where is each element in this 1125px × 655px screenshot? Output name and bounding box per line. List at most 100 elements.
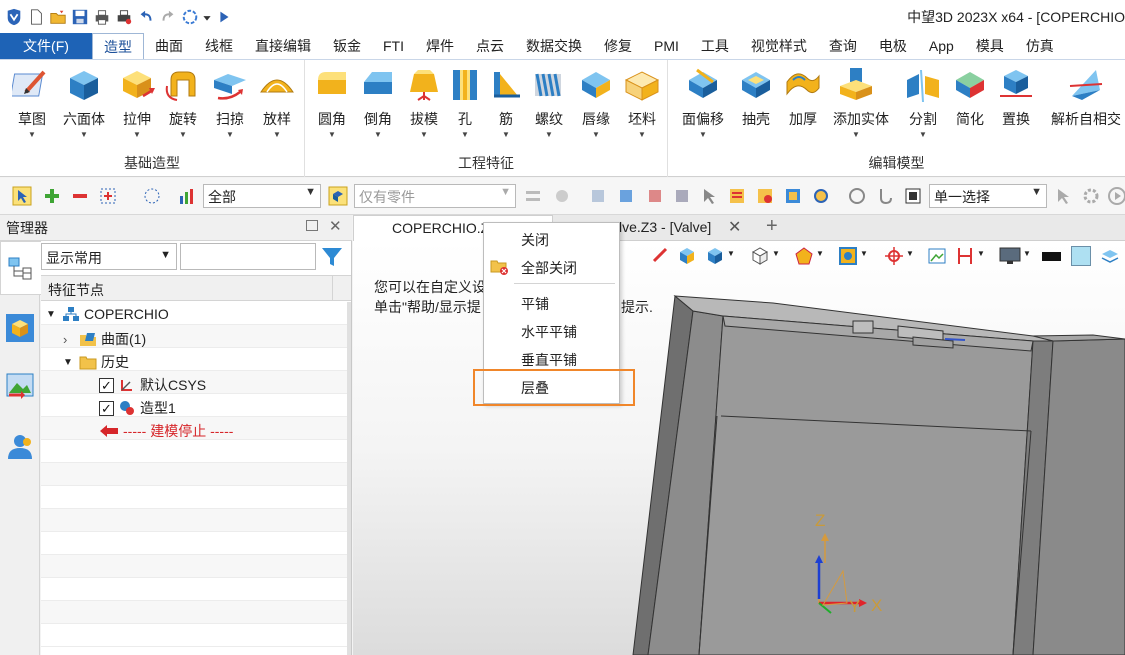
extrude-button[interactable]: 拉伸 ▼ [114, 66, 160, 139]
scrollbar[interactable] [347, 302, 351, 655]
redo-icon[interactable] [158, 7, 178, 27]
list-icon[interactable] [727, 186, 747, 206]
package-icon[interactable] [783, 186, 803, 206]
stop-icon[interactable] [903, 186, 923, 206]
image-export-icon[interactable] [5, 371, 35, 401]
tree-item-surface[interactable]: › 曲面(1) [63, 329, 146, 349]
tab-simulation[interactable]: 仿真 [1015, 33, 1065, 59]
component-filter-icon[interactable] [616, 186, 636, 206]
chevron-down-icon[interactable]: ▼ [63, 357, 75, 368]
tab-fti[interactable]: FTI [372, 33, 415, 59]
cursor-icon[interactable] [699, 186, 719, 206]
tree-item-history[interactable]: ▼ 历史 [63, 352, 129, 372]
split-button[interactable]: 分割 ▼ [900, 66, 946, 139]
box-button[interactable]: 六面体 ▼ [61, 66, 107, 139]
filter-icon[interactable] [320, 245, 344, 269]
open-file-icon[interactable] [48, 7, 68, 27]
sweep-button[interactable]: 扫掠 ▼ [207, 66, 253, 139]
fillet-button[interactable]: 圆角 ▼ [309, 66, 355, 139]
stock-button[interactable]: 坯料 ▼ [619, 66, 665, 139]
replace-button[interactable]: 置换 [993, 66, 1039, 129]
tab-modeling[interactable]: 造型 [92, 33, 144, 59]
tab-data-exchange[interactable]: 数据交换 [515, 33, 593, 59]
part-cube-icon[interactable] [5, 313, 35, 343]
save-icon[interactable] [70, 7, 90, 27]
menu-item-tile-horizontal[interactable]: 水平平铺 [484, 318, 619, 344]
revolve-button[interactable]: 旋转 ▼ [160, 66, 206, 139]
settings-icon[interactable] [811, 186, 831, 206]
tab-wireframe[interactable]: 线框 [194, 33, 244, 59]
toolbar-disabled-icon[interactable] [523, 186, 543, 206]
close-icon[interactable]: ✕ [728, 217, 741, 237]
add-tab-icon[interactable]: + [766, 215, 778, 238]
loft-button[interactable]: 放样 ▼ [254, 66, 300, 139]
thicken-button[interactable]: 加厚 [780, 66, 826, 129]
regen-icon[interactable] [180, 7, 200, 27]
lip-button[interactable]: 唇缘 ▼ [573, 66, 619, 139]
pick-filter-icon[interactable] [12, 186, 32, 206]
chevron-down-icon[interactable]: ▼ [46, 309, 58, 320]
rib-button[interactable]: 筋 ▼ [483, 66, 529, 139]
search-input[interactable] [180, 243, 316, 270]
tab-direct-edit[interactable]: 直接编辑 [244, 33, 322, 59]
part-filter-icon[interactable] [328, 186, 348, 206]
component-filter-icon-3[interactable] [672, 186, 692, 206]
lasso-icon[interactable] [142, 186, 162, 206]
hook-icon[interactable] [875, 186, 895, 206]
add-shape-button[interactable]: 添加实体 ▼ [833, 66, 889, 139]
select-mode-select[interactable]: 单一选择 ▼ [929, 184, 1047, 208]
new-file-icon[interactable] [26, 7, 46, 27]
thread-button[interactable]: 螺纹 ▼ [526, 66, 572, 139]
app-logo-icon[interactable] [4, 7, 24, 27]
component-filter-icon-2[interactable] [645, 186, 665, 206]
file-menu-button[interactable]: 文件(F) [0, 33, 92, 59]
tab-weldment[interactable]: 焊件 [415, 33, 465, 59]
tree-item-stop-modeling[interactable]: ----- 建模停止 ----- [99, 421, 233, 441]
play-icon[interactable] [1107, 186, 1125, 206]
restore-icon[interactable] [306, 220, 318, 231]
run-icon[interactable] [214, 7, 234, 27]
tab-electrode[interactable]: 电极 [868, 33, 918, 59]
menu-item-close[interactable]: 关闭 [484, 226, 619, 252]
sketch-button[interactable]: 草图 ▼ [9, 66, 55, 139]
filter-select[interactable]: 全部 ▼ [203, 184, 321, 208]
print-setup-icon[interactable] [114, 7, 134, 27]
minus-icon[interactable] [70, 186, 90, 206]
3d-viewport[interactable]: ▼ ▼ ▼ ▼ ▼ ▼ ▼ 您可以在自定义设 单击"帮助/显示提 提示. Z Y… [353, 241, 1125, 655]
tab-app[interactable]: App [918, 33, 965, 59]
report-icon[interactable] [755, 186, 775, 206]
gear-icon[interactable] [1081, 186, 1101, 206]
user-icon[interactable] [5, 431, 35, 461]
print-icon[interactable] [92, 7, 112, 27]
select-box-icon[interactable] [98, 186, 118, 206]
shell-button[interactable]: 抽壳 [733, 66, 779, 129]
rotate-icon[interactable] [847, 186, 867, 206]
tab-point-cloud[interactable]: 点云 [465, 33, 515, 59]
close-icon[interactable]: ✕ [329, 217, 342, 235]
filter-chart-icon[interactable] [178, 186, 198, 206]
part-filter-select[interactable]: 仅有零件 ▼ [354, 184, 516, 208]
menu-item-tile[interactable]: 平铺 [484, 290, 619, 316]
simplify-button[interactable]: 简化 [947, 66, 993, 129]
menu-item-close-all[interactable]: 全部关闭 [484, 254, 619, 280]
draft-button[interactable]: 拔模 ▼ [401, 66, 447, 139]
more-icon[interactable] [202, 7, 212, 27]
component-icon[interactable] [588, 186, 608, 206]
tab-sheet-metal[interactable]: 钣金 [322, 33, 372, 59]
plus-icon[interactable] [42, 186, 62, 206]
checkbox-checked[interactable]: ✓ [99, 377, 114, 393]
undo-icon[interactable] [136, 7, 156, 27]
tab-mold[interactable]: 模具 [965, 33, 1015, 59]
tab-inquire[interactable]: 查询 [818, 33, 868, 59]
checkbox-checked[interactable]: ✓ [99, 400, 114, 416]
tree-item-shape[interactable]: ✓ 造型1 [99, 398, 176, 418]
toolbar-disabled-icon-2[interactable] [552, 186, 572, 206]
display-select[interactable]: 显示常用 ▼ [41, 243, 177, 270]
tab-surface[interactable]: 曲面 [144, 33, 194, 59]
face-offset-button[interactable]: 面偏移 ▼ [680, 66, 726, 139]
tab-visual-style[interactable]: 视觉样式 [740, 33, 818, 59]
tree-item-csys[interactable]: ✓ 默认CSYS [99, 375, 206, 395]
tab-repair[interactable]: 修复 [593, 33, 643, 59]
tab-pmi[interactable]: PMI [643, 33, 690, 59]
chevron-right-icon[interactable]: › [63, 332, 75, 347]
